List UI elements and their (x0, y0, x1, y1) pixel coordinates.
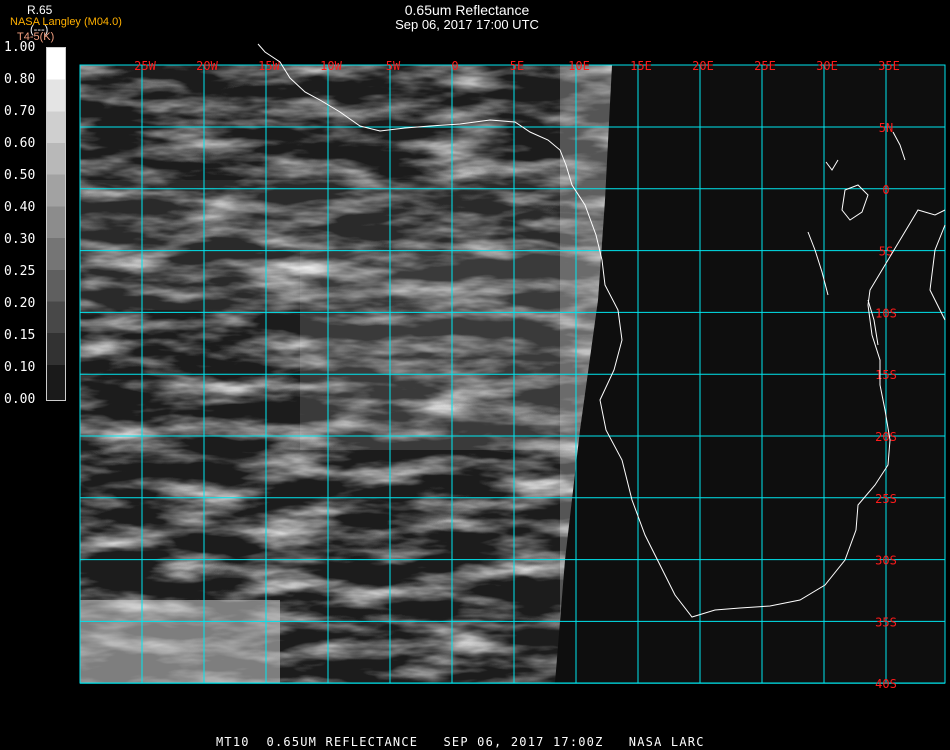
latitude-label: 20S (875, 430, 897, 444)
latitude-label: 35S (875, 615, 897, 629)
longitude-label: 10E (568, 59, 590, 73)
longitude-label: 25E (754, 59, 776, 73)
latitude-label: 30S (875, 554, 897, 568)
longitude-label: 30E (816, 59, 838, 73)
latitude-label: 40S (875, 677, 897, 691)
latitude-label: 25S (875, 492, 897, 506)
longitude-label: 0 (451, 59, 458, 73)
longitude-label: 15W (258, 59, 280, 73)
footer-caption: MT10 0.65UM REFLECTANCE SEP 06, 2017 17:… (216, 735, 705, 749)
longitude-label: 5W (386, 59, 401, 73)
longitude-label: 25W (134, 59, 156, 73)
longitude-label: 15E (630, 59, 652, 73)
latitude-label: 5S (879, 245, 893, 259)
longitude-label: 20E (692, 59, 714, 73)
longitude-label: 20W (196, 59, 218, 73)
latitude-label: 15S (875, 368, 897, 382)
longitude-label: 5E (510, 59, 524, 73)
longitude-label: 10W (320, 59, 342, 73)
latitude-label: 10S (875, 306, 897, 320)
latitude-label: 0 (882, 183, 889, 197)
longitude-label: 35E (878, 59, 900, 73)
latitude-label: 5N (879, 121, 893, 135)
map-svg: 25W 20W 15W 10W 5W 0 5E 10E 15E 20E 25E 30E 35E 5N 0 5S… (79, 43, 946, 691)
